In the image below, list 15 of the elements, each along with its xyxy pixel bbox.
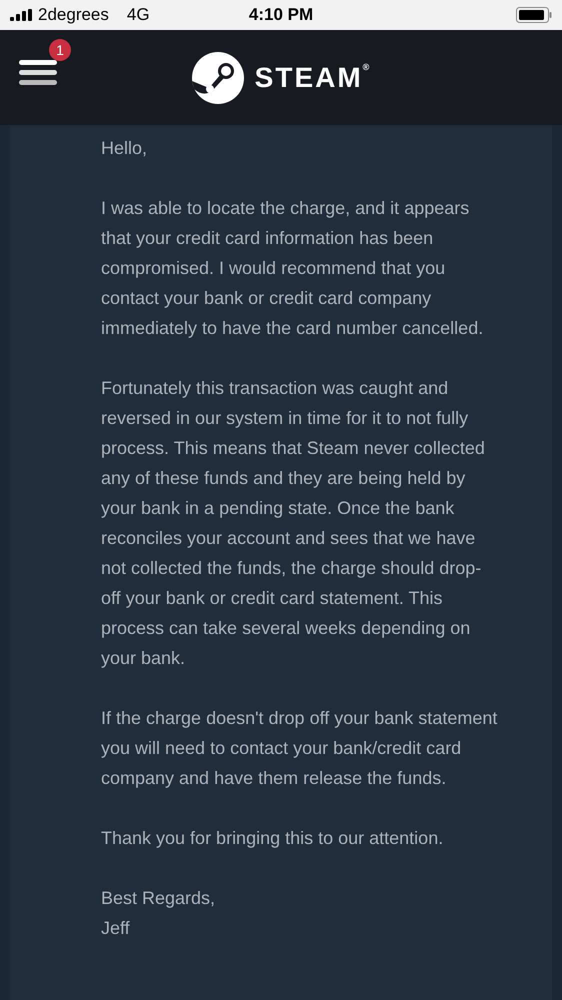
notification-badge: 1: [49, 39, 71, 61]
steam-logo-icon: [190, 50, 245, 104]
battery-icon: [516, 7, 552, 23]
message-paragraph: If the charge doesn't drop off your bank statement you will need to contact your bank/credit card company and have them release the funds.: [101, 707, 498, 790]
carrier-name: 2degrees: [38, 5, 109, 25]
network-type: 4G: [126, 5, 150, 25]
message-paragraph: Hello,: [101, 137, 148, 160]
signal-icon: [10, 9, 32, 21]
clock-time: 4:10 PM: [248, 5, 314, 25]
signature-name: Jeff: [101, 917, 131, 940]
message-paragraph: I was able to locate the charge, and it appears that your credit card information has been compromised. I would recommend that you contact your bank or credit card company immediately to have the card number cancelled.: [101, 197, 484, 340]
message-paragraph: Thank you for bringing this to our attention.: [101, 827, 444, 850]
logo-wordmark: STEAM$^{®}$: [254, 62, 372, 94]
message-paragraph: Fortunately this transaction was caught and reversed in our system in time for it to not fully process. This means that Steam never collected any of these funds and they are being held by your bank in a pending state. Once the bank reconciles your account and sees that we have not collected the funds, the charge should drop-off your bank or credit card statement. This process can take several weeks depending on your bank.: [101, 377, 486, 670]
sign-off: Best Regards,: [101, 887, 216, 910]
